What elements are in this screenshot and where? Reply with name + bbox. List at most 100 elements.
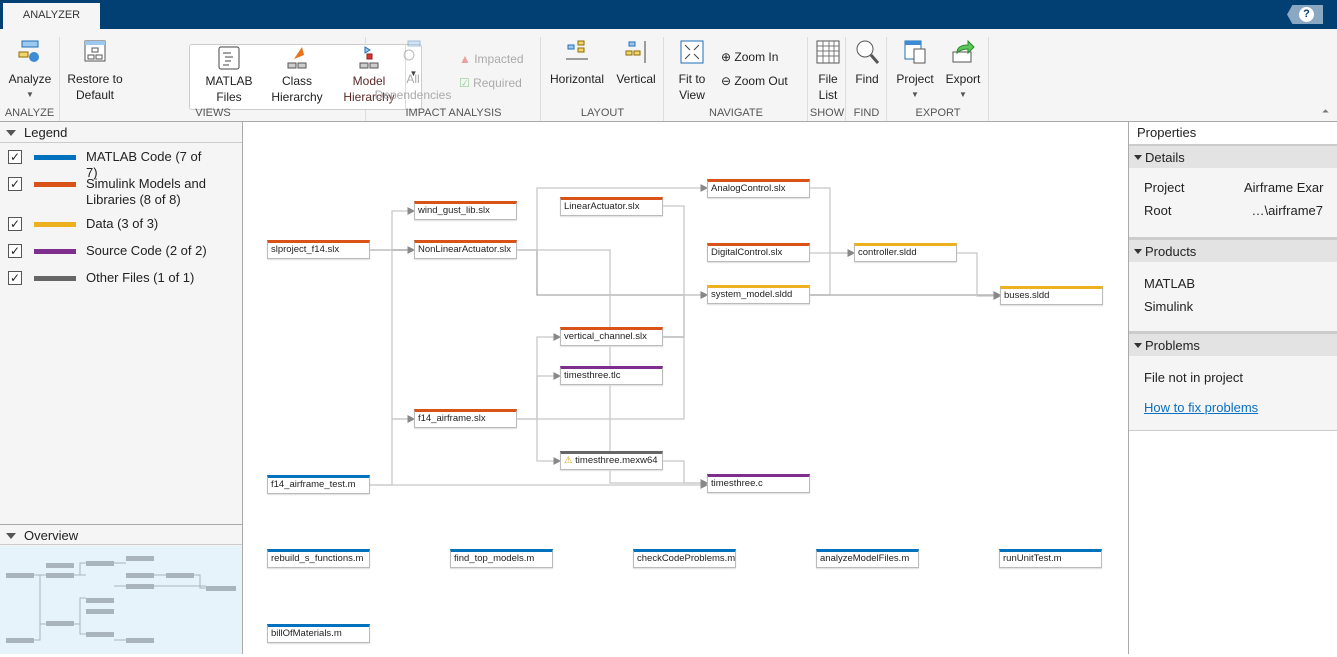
graph-node[interactable]: AnalogControl.slx — [707, 179, 810, 198]
node-label: find_top_models.m — [454, 553, 535, 564]
project-row: Project Airframe Exar — [1129, 176, 1337, 199]
node-label: rebuild_s_functions.m — [271, 553, 364, 564]
legend-checkbox[interactable]: ✓ — [8, 150, 22, 164]
edge — [536, 372, 562, 419]
graph-node[interactable]: wind_gust_lib.slx — [414, 201, 517, 220]
node-label: analyzeModelFiles.m — [820, 553, 910, 564]
edge — [370, 415, 416, 486]
graph-node[interactable]: rebuild_s_functions.m — [267, 549, 370, 568]
all-dependencies-button[interactable]: All Dependencies — [369, 39, 457, 103]
overview-header[interactable]: Overview — [0, 524, 242, 545]
problems-header[interactable]: Problems — [1129, 332, 1337, 356]
node-label: controller.sldd — [858, 247, 917, 258]
legend-checkbox[interactable]: ✓ — [8, 177, 22, 191]
details-header[interactable]: Details — [1129, 144, 1337, 168]
collapse-toolstrip-icon[interactable]: ⏶ — [1322, 106, 1329, 117]
graph-node[interactable]: DigitalControl.slx — [707, 243, 810, 262]
matlab-files-view[interactable]: MATLAB Files — [198, 45, 260, 105]
problems-section: Problems File not in project How to fix … — [1129, 332, 1337, 431]
horizontal-layout-button[interactable]: Horizontal — [546, 39, 608, 87]
legend-checkbox[interactable]: ✓ — [8, 217, 22, 231]
graph-node[interactable]: billOfMaterials.m — [267, 624, 370, 643]
group-label: FIND — [853, 107, 880, 119]
fit-to-view-icon — [680, 40, 704, 64]
group-label: IMPACT ANALYSIS — [405, 107, 502, 119]
graph-node[interactable]: analyzeModelFiles.m — [816, 549, 919, 568]
group-export: Project ▼ Export ▼ EXPORT — [888, 37, 989, 121]
vertical-layout-icon — [625, 41, 646, 63]
products-header[interactable]: Products — [1129, 238, 1337, 262]
legend-swatch — [34, 182, 76, 187]
graph-node[interactable]: buses.sldd — [1000, 286, 1103, 305]
group-layout: Horizontal Vertical LAYOUT — [542, 37, 664, 121]
restore-icon — [84, 40, 106, 62]
problem-text: File not in project — [1144, 370, 1243, 385]
group-label: VIEWS — [195, 107, 231, 119]
export-icon — [952, 39, 975, 63]
node-label: f14_airframe.slx — [418, 413, 486, 424]
group-navigate: Fit to View ⊕ Zoom In ⊖ Zoom Out NAVIGAT… — [665, 37, 808, 121]
how-to-fix-link[interactable]: How to fix problems — [1144, 400, 1258, 415]
graph-node[interactable]: timesthree.c — [707, 474, 810, 493]
graph-node[interactable]: LinearActuator.slx — [560, 197, 663, 216]
overview-map[interactable] — [0, 546, 242, 654]
overview-panel: Overview — [0, 524, 242, 654]
find-button[interactable]: Find — [849, 39, 885, 87]
dependency-graph-canvas[interactable]: slproject_f14.slx wind_gust_lib.slx NonLin… — [243, 122, 1128, 654]
legend-item: ✓ Data (3 of 3) — [8, 216, 216, 232]
legend-item: ✓ Simulink Models and Libraries (8 of 8) — [8, 176, 216, 208]
graph-node[interactable]: NonLinearActuator.slx — [414, 240, 517, 259]
root-row: Root …\airframe7 — [1129, 199, 1337, 222]
details-section: Details Project Airframe Exar Root …\airfr… — [1129, 144, 1337, 238]
node-label: timesthree.mexw64 — [575, 455, 658, 466]
required-button[interactable]: ☑ Required — [459, 75, 539, 91]
file-list-icon — [816, 40, 840, 64]
node-label: DigitalControl.slx — [711, 247, 783, 258]
tab-analyzer[interactable]: ANALYZER — [3, 3, 100, 29]
legend-header[interactable]: Legend — [0, 122, 242, 143]
zoom-out-button[interactable]: ⊖ Zoom Out — [721, 73, 807, 89]
zoom-in-button[interactable]: ⊕ Zoom In — [721, 49, 807, 65]
file-list-button[interactable]: File List — [811, 39, 845, 103]
legend-label: Other Files (1 of 1) — [86, 270, 195, 285]
project-button[interactable]: Project ▼ — [892, 39, 938, 103]
graph-node[interactable]: f14_airframe_test.m — [267, 475, 370, 494]
node-label: LinearActuator.slx — [564, 201, 640, 212]
graph-node[interactable]: timesthree.tlc — [560, 366, 663, 385]
graph-node[interactable]: controller.sldd — [854, 243, 957, 262]
edge — [536, 419, 562, 465]
edge — [516, 333, 562, 420]
legend-checkbox[interactable]: ✓ — [8, 271, 22, 285]
help-icon: ? — [1299, 7, 1314, 22]
fit-to-view-button[interactable]: Fit to View — [669, 39, 715, 103]
restore-default-button[interactable]: Restore to Default — [65, 39, 125, 103]
toolstrip: Analyze ▼ ANALYZE Restore to Default MATL… — [0, 29, 1337, 122]
edge — [663, 460, 709, 487]
product-item: MATLAB — [1144, 276, 1196, 291]
graph-node[interactable]: ⚠ timesthree.mexw64 — [560, 451, 663, 470]
class-hierarchy-view[interactable]: Class Hierarchy — [262, 45, 332, 105]
legend-checkbox[interactable]: ✓ — [8, 244, 22, 258]
properties-panel: Properties Details Project Airframe Exar … — [1128, 122, 1337, 654]
product-item: Simulink — [1144, 299, 1194, 314]
group-find: Find FIND — [847, 37, 887, 121]
properties-title: Properties — [1137, 125, 1197, 140]
node-label: runUnitTest.m — [1003, 553, 1062, 564]
graph-node[interactable]: find_top_models.m — [450, 549, 553, 568]
products-section: Products MATLAB Simulink — [1129, 238, 1337, 332]
graph-node[interactable]: vertical_channel.slx — [560, 327, 663, 346]
graph-node[interactable]: system_model.sldd — [707, 285, 810, 304]
export-button[interactable]: Export ▼ — [940, 39, 986, 103]
graph-node[interactable]: f14_airframe.slx — [414, 409, 517, 428]
help-button[interactable]: ? — [1287, 5, 1323, 24]
graph-node[interactable]: runUnitTest.m — [999, 549, 1102, 568]
matlab-files-icon — [218, 46, 240, 70]
vertical-layout-button[interactable]: Vertical — [612, 39, 660, 87]
graph-node[interactable]: checkCodeProblems.m — [633, 549, 736, 568]
legend-swatch — [34, 276, 76, 281]
graph-node[interactable]: slproject_f14.slx — [267, 240, 370, 259]
node-label: billOfMaterials.m — [271, 628, 342, 639]
node-label: vertical_channel.slx — [564, 331, 647, 342]
analyze-button[interactable]: Analyze ▼ — [6, 39, 54, 103]
impacted-button[interactable]: ▲ Impacted — [459, 51, 539, 67]
